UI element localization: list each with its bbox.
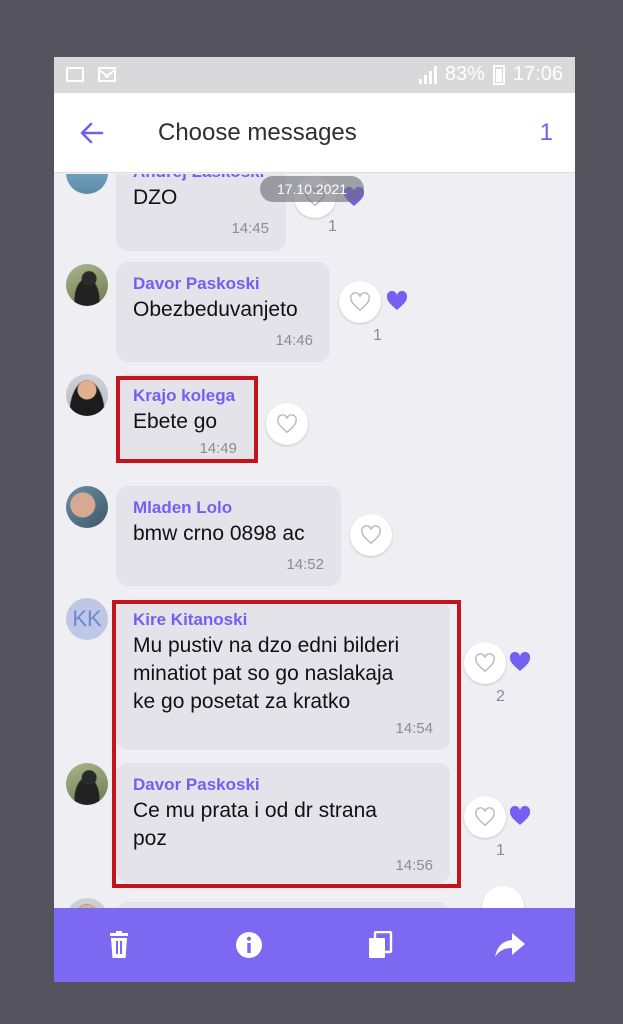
sender-name: Davor Paskoski: [133, 274, 260, 293]
like-button[interactable]: [482, 886, 524, 908]
back-arrow-icon[interactable]: [76, 117, 108, 149]
page-title: Choose messages: [158, 119, 357, 146]
trash-icon: [110, 931, 129, 958]
heart-outline-icon: [475, 653, 495, 673]
message-text-line: Mu pustiv na dzo edni bilderi: [133, 634, 400, 657]
avatar[interactable]: [66, 763, 108, 805]
selection-toolbar: [54, 908, 575, 982]
like-button[interactable]: [350, 514, 392, 556]
message-time: 14:54: [395, 720, 433, 737]
status-bar: 83% 17:06: [54, 57, 575, 93]
message-list[interactable]: Andrej Laskoski DZO 14:45 1 17.10.2021 D…: [54, 174, 575, 908]
message-bubble[interactable]: Krajo kolega Ebete go 14:49: [116, 374, 254, 464]
like-count: 2: [496, 688, 505, 705]
like-button[interactable]: [464, 796, 506, 838]
message-time: 14:49: [199, 440, 237, 457]
message-time: 14:45: [231, 220, 269, 237]
battery-icon: [492, 64, 505, 85]
sender-name: Davor Paskoski: [133, 775, 260, 794]
gallery-notification-icon: [66, 67, 84, 82]
avatar[interactable]: KK: [66, 598, 108, 640]
heart-outline-icon: [350, 292, 370, 312]
message-text: Ebete go: [133, 410, 218, 433]
message-text: Obezbeduvanjeto: [133, 298, 298, 321]
selected-count: 1: [539, 119, 553, 146]
sender-name: Mladen Lolo: [133, 498, 233, 517]
sender-name: Andrej Laskoski: [133, 174, 264, 182]
message-time: 14:56: [395, 857, 433, 874]
message-text-line: minatiot pat so go naslakaja: [133, 662, 394, 685]
message-time: 14:52: [286, 556, 324, 573]
message-text: bmw crno 0898 ac: [133, 522, 305, 545]
sender-name: Krajo kolega: [133, 386, 236, 405]
like-button[interactable]: [464, 642, 506, 684]
message-text: DZO: [133, 186, 178, 209]
copy-icon: [368, 931, 392, 958]
sender-name: Kire Kitanoski: [133, 610, 248, 629]
message-bubble[interactable]: Mladen Lolo bmw crno 0898 ac 14:52: [116, 486, 341, 586]
share-icon: [494, 933, 525, 957]
liked-heart-icon[interactable]: [508, 805, 532, 827]
message-bubble[interactable]: Davor Paskoski Obezbeduvanjeto 14:46: [116, 262, 330, 362]
liked-heart-icon[interactable]: [385, 290, 409, 312]
like-button[interactable]: [266, 403, 308, 445]
copy-button[interactable]: [358, 923, 402, 967]
like-count: 1: [328, 218, 337, 235]
avatar[interactable]: [66, 174, 108, 194]
message-time: 14:46: [275, 332, 313, 349]
message-bubble[interactable]: Davor Paskoski Ce mu prata i od dr stran…: [116, 763, 450, 883]
like-button[interactable]: [339, 281, 381, 323]
avatar[interactable]: [66, 264, 108, 306]
message-text-line: Ce mu prata i od dr strana: [133, 799, 377, 822]
avatar[interactable]: [66, 486, 108, 528]
heart-outline-icon: [277, 414, 297, 434]
like-count: 1: [496, 842, 505, 859]
header-bar: Choose messages 1: [54, 93, 575, 173]
forward-button[interactable]: [488, 923, 532, 967]
phone-screen: 83% 17:06 Choose messages 1 Andrej Lasko…: [54, 57, 575, 982]
heart-outline-icon: [361, 525, 381, 545]
avatar[interactable]: [66, 898, 108, 908]
info-button[interactable]: [227, 923, 271, 967]
mail-notification-icon: [98, 67, 116, 82]
liked-heart-icon[interactable]: [508, 651, 532, 673]
battery-percent: 83%: [444, 63, 485, 85]
clock: 17:06: [512, 63, 563, 85]
delete-button[interactable]: [97, 923, 141, 967]
avatar[interactable]: [66, 374, 108, 416]
message-text-line: ke go posetat za kratko: [133, 690, 351, 713]
date-separator: 17.10.2021: [260, 176, 364, 202]
like-count: 1: [373, 327, 382, 344]
heart-outline-icon: [475, 807, 495, 827]
message-text-line: poz: [133, 827, 167, 850]
info-icon: [236, 932, 263, 958]
signal-icon: [418, 65, 437, 84]
message-bubble[interactable]: Kire Kitanoski Mu pustiv na dzo edni bil…: [116, 600, 450, 750]
